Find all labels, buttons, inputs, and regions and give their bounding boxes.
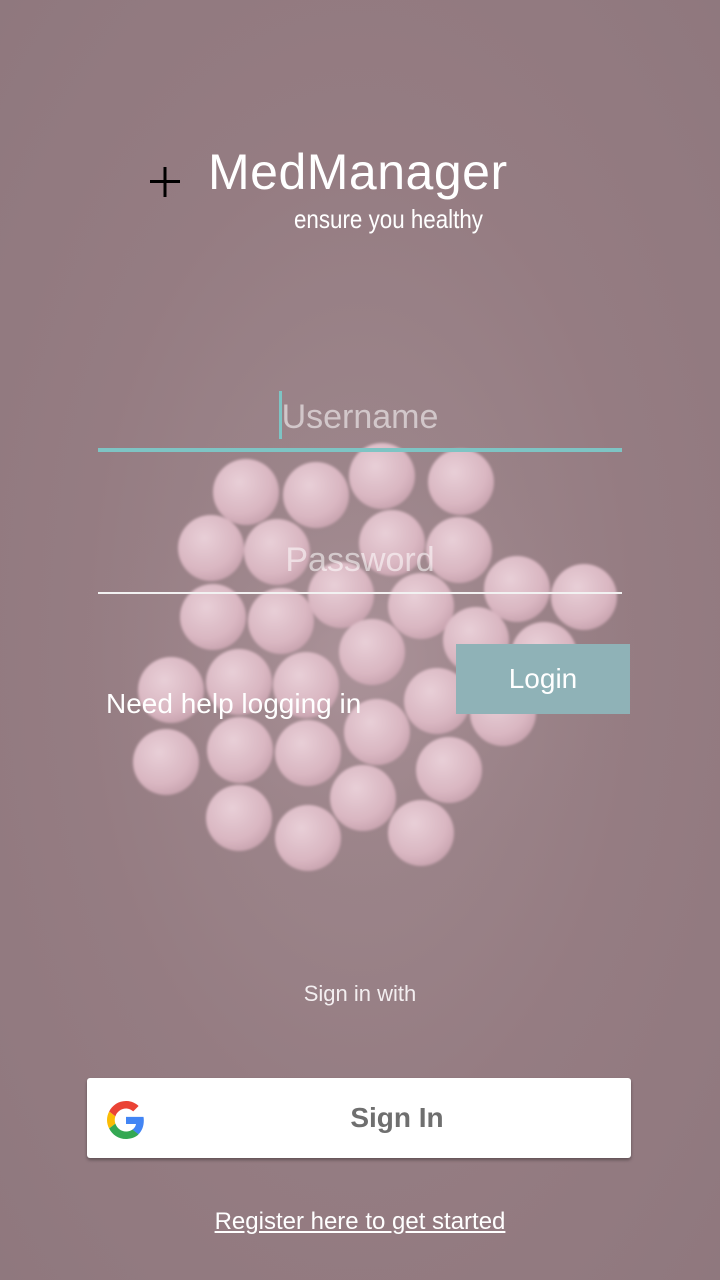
password-input[interactable]	[98, 528, 622, 592]
google-sign-in-button[interactable]	[87, 1078, 631, 1158]
register-link[interactable]: Register here to get started	[0, 1208, 720, 1236]
plus-icon	[150, 167, 180, 197]
sign-in-with-label: Sign in with	[303, 981, 417, 1006]
password-field[interactable]	[98, 528, 622, 594]
username-field[interactable]	[98, 386, 622, 452]
help-logging-in-link[interactable]: Need help logging in	[106, 688, 361, 720]
login-button[interactable]: Login	[456, 644, 630, 714]
google-icon	[107, 1101, 144, 1139]
login-screen: MedManager ensure you healthy Login Need…	[0, 0, 720, 1280]
text-cursor	[279, 391, 282, 439]
app-title: MedManager	[208, 144, 508, 200]
app-tagline: ensure you healthy	[294, 204, 483, 234]
username-input[interactable]	[98, 386, 622, 448]
